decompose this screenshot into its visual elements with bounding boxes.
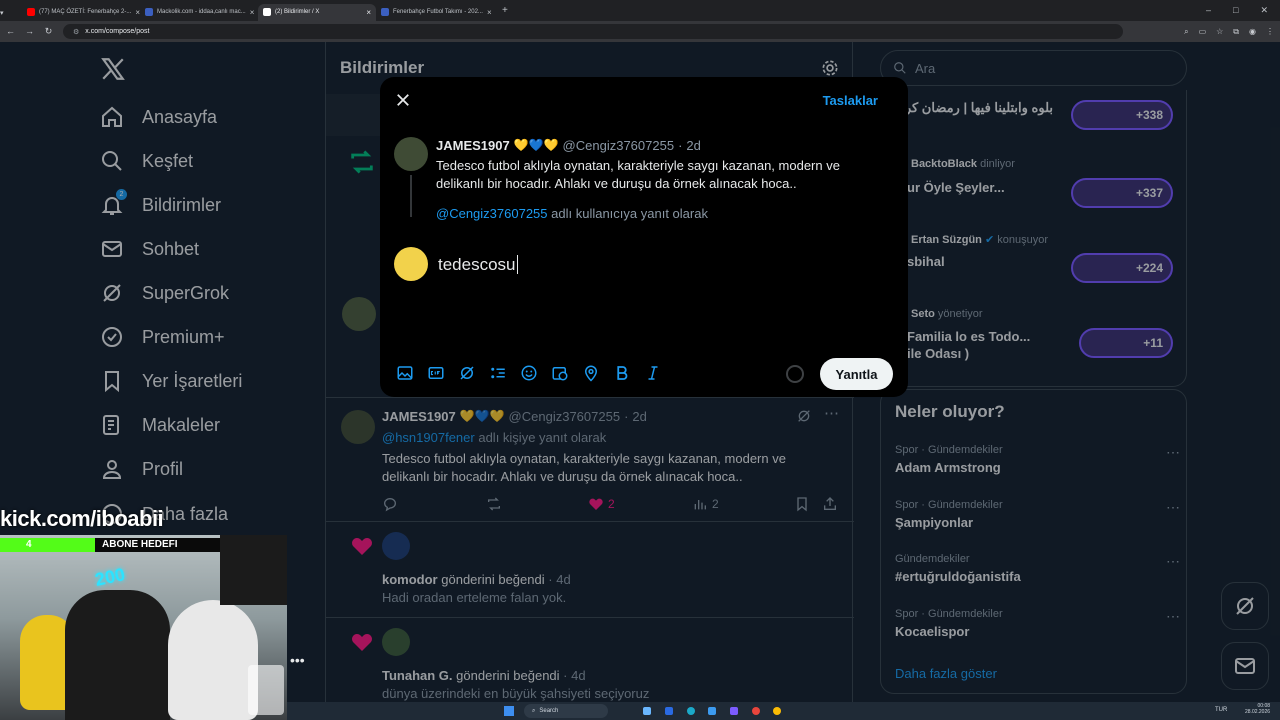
goal-progress-fill: [0, 538, 95, 552]
quoted-tweet-text: Tedesco futbol aklıyla oynatan, karakter…: [436, 158, 840, 191]
gif-icon[interactable]: [427, 364, 445, 382]
close-tab-icon[interactable]: ×: [366, 8, 371, 17]
glass: [248, 665, 284, 715]
text-cursor: [516, 255, 518, 274]
search-icon: ⌕: [532, 707, 536, 714]
stream-url-overlay: kick.com/iboabii: [0, 506, 164, 531]
reply-context-text: adlı kullanıcıya yanıt olarak: [551, 206, 708, 221]
reply-input-value: tedescosu: [438, 255, 516, 274]
taskbar-search[interactable]: ⌕ Search: [524, 704, 608, 718]
discord-icon[interactable]: [730, 707, 738, 715]
site-icon: [381, 8, 389, 16]
zoom-icon[interactable]: ⌕: [1184, 27, 1188, 37]
drafts-button[interactable]: Taslaklar: [823, 93, 878, 108]
emoji-icon[interactable]: [520, 364, 538, 382]
webcam-overlay: 4 ABONE HEDEFI 10 200: [0, 535, 287, 720]
gaming-chair: [65, 590, 170, 720]
reply-compose-modal: Taslaklar JAMES1907 💛💙💛 @Cengiz37607255 …: [380, 77, 908, 397]
author-handle: @Cengiz37607255: [562, 138, 675, 153]
reply-submit-button[interactable]: Yanıtla: [820, 358, 893, 390]
close-icon[interactable]: [394, 91, 412, 109]
timestamp: 2d: [686, 138, 701, 153]
taskbar-search-label: Search: [539, 708, 559, 714]
site-info-icon[interactable]: ⚙: [73, 28, 79, 36]
x-logo-icon: [263, 8, 271, 16]
streamer: [168, 600, 258, 720]
grok-icon[interactable]: [458, 364, 476, 382]
heart-emojis-icon: 💛💙💛: [513, 138, 559, 152]
avatar: [394, 137, 428, 171]
start-icon[interactable]: [504, 706, 514, 716]
mackolik-icon: [145, 8, 153, 16]
youtube-icon: [27, 8, 35, 16]
reply-button-label: Yanıtla: [835, 366, 878, 382]
poll-icon[interactable]: [489, 364, 507, 382]
character-count-ring: [786, 365, 804, 383]
thread-line: [410, 175, 412, 217]
italic-icon[interactable]: [644, 364, 662, 382]
close-window-icon[interactable]: ✕: [1260, 5, 1268, 16]
location-icon[interactable]: [582, 364, 600, 382]
schedule-icon[interactable]: [551, 364, 569, 382]
back-icon[interactable]: ←: [6, 27, 15, 36]
star-icon[interactable]: ☆: [1216, 27, 1223, 37]
bold-icon[interactable]: [613, 364, 631, 382]
windows-taskbar: ⌕ Search TUR 00:08 28.02.2026: [287, 702, 1280, 720]
tab-title: Mackolik.com - iddaa,canlı mac...: [157, 9, 246, 15]
more-dots-icon[interactable]: •••: [290, 652, 305, 668]
url-text: x.com/compose/post: [85, 28, 150, 35]
close-tab-icon[interactable]: ×: [487, 8, 492, 17]
reload-icon[interactable]: ↻: [44, 27, 53, 36]
cast-icon[interactable]: ▭: [1199, 27, 1207, 37]
url-field[interactable]: ⚙ x.com/compose/post: [63, 24, 1123, 39]
author-name: JAMES1907: [436, 138, 510, 153]
new-tab-button[interactable]: +: [502, 5, 508, 16]
clock-date: 28.02.2026: [1245, 709, 1271, 715]
browser-tab[interactable]: Fenerbahçe Futbol Takımı - 202... ×: [376, 4, 494, 21]
browser-tab-bar: ▾ (77) MAÇ ÖZETİ: Fenerbahçe 2-... × Mack…: [0, 0, 1280, 21]
separator-dot: ·: [678, 138, 683, 153]
poster: [220, 535, 287, 605]
app-icon[interactable]: [665, 707, 673, 715]
sticker-text: 200: [93, 564, 127, 590]
edge-icon[interactable]: [687, 707, 695, 715]
extensions-icon[interactable]: ⧉: [1233, 27, 1239, 37]
goal-label: ABONE HEDEFI: [102, 539, 178, 550]
browser-tab[interactable]: (77) MAÇ ÖZETİ: Fenerbahçe 2-... ×: [22, 4, 140, 21]
browser-tab[interactable]: Mackolik.com - iddaa,canlı mac... ×: [140, 4, 258, 21]
chrome-icon[interactable]: [773, 707, 781, 715]
menu-icon[interactable]: ⋮: [1266, 27, 1274, 37]
language-indicator[interactable]: TUR: [1215, 707, 1227, 713]
tab-title: (2) Bildirimler / X: [275, 9, 320, 15]
maximize-icon[interactable]: □: [1233, 5, 1238, 16]
app-icon[interactable]: [752, 707, 760, 715]
tab-title: (77) MAÇ ÖZETİ: Fenerbahçe 2-...: [39, 9, 132, 15]
reply-mention-link[interactable]: @Cengiz37607255: [436, 206, 548, 221]
store-icon[interactable]: [708, 707, 716, 715]
goal-current: 4: [26, 539, 32, 550]
tab-list-button[interactable]: ▾: [0, 2, 22, 20]
app-icon[interactable]: [643, 707, 651, 715]
own-avatar: [394, 247, 428, 281]
forward-icon[interactable]: →: [25, 27, 34, 36]
reply-textarea[interactable]: tedescosu: [438, 255, 518, 275]
minimize-icon[interactable]: –: [1206, 5, 1211, 16]
taskbar-clock[interactable]: 00:08 28.02.2026: [1245, 703, 1270, 715]
close-tab-icon[interactable]: ×: [250, 8, 255, 17]
image-icon[interactable]: [396, 364, 414, 382]
browser-tab-active[interactable]: (2) Bildirimler / X ×: [258, 3, 376, 21]
address-bar: ← → ↻ ⚙ x.com/compose/post ⌕ ▭ ☆ ⧉ ◉ ⋮: [0, 21, 1280, 42]
tab-title: Fenerbahçe Futbol Takımı - 202...: [393, 9, 483, 15]
profile-icon[interactable]: ◉: [1249, 27, 1256, 37]
